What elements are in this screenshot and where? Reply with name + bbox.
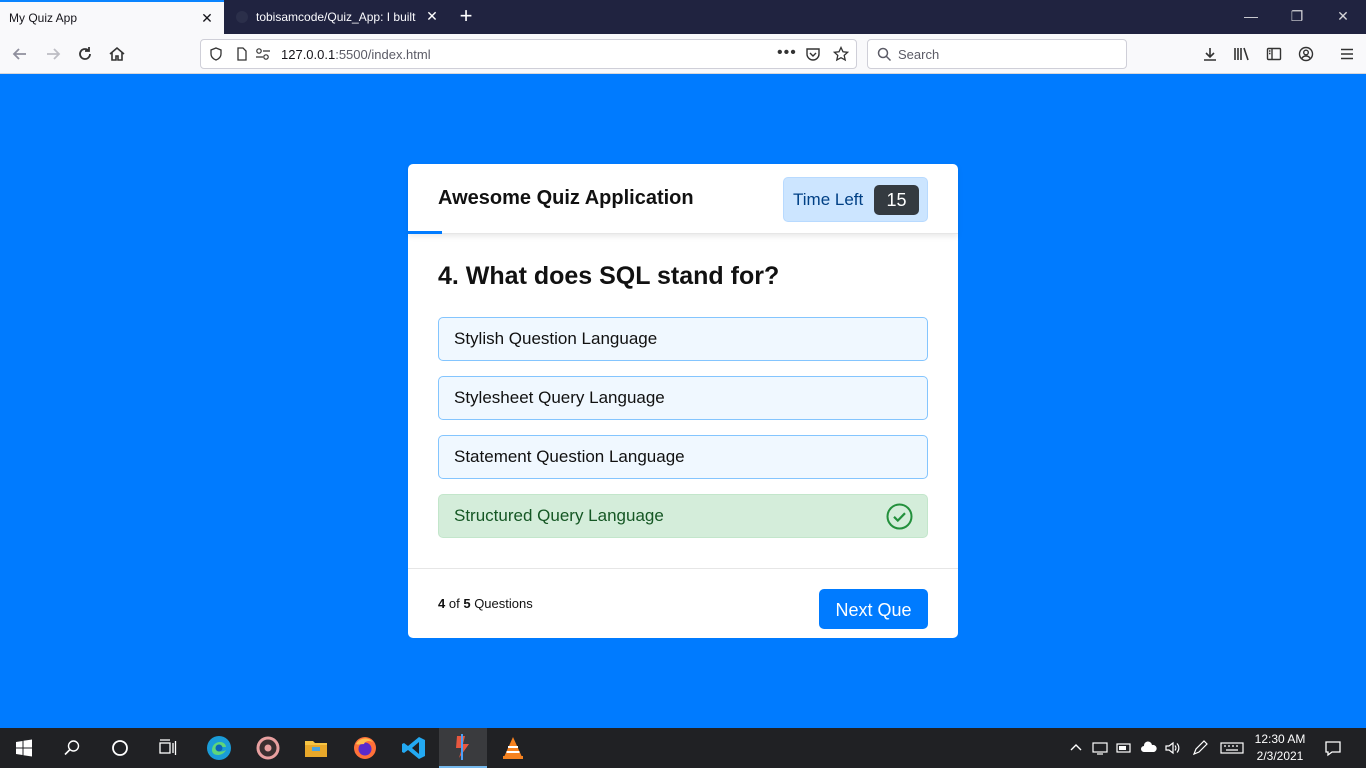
back-icon[interactable] bbox=[8, 42, 32, 66]
sidebar-icon[interactable] bbox=[1262, 42, 1286, 66]
page-icon[interactable] bbox=[235, 47, 249, 66]
current-question-number: 4 bbox=[438, 596, 446, 611]
pocket-icon[interactable] bbox=[805, 46, 821, 67]
search-icon[interactable] bbox=[48, 728, 96, 768]
quiz-footer: 4 of 5 Questions Next Que bbox=[408, 568, 958, 638]
clock-time: 12:30 AM bbox=[1254, 732, 1306, 746]
timer-seconds: 15 bbox=[874, 185, 919, 215]
keyboard-icon[interactable] bbox=[1220, 740, 1244, 761]
menu-icon[interactable] bbox=[1335, 42, 1359, 66]
check-circle-icon bbox=[886, 503, 913, 530]
counter-of: of bbox=[448, 596, 460, 611]
close-tab-icon[interactable]: ✕ bbox=[200, 11, 214, 25]
system-clock[interactable]: 12:30 AM 2/3/2021 bbox=[1248, 731, 1312, 765]
download-icon[interactable] bbox=[1198, 42, 1222, 66]
search-bar[interactable]: Search bbox=[867, 39, 1127, 69]
tab-title: My Quiz App bbox=[9, 11, 78, 25]
battery-icon[interactable] bbox=[1116, 740, 1132, 761]
permissions-icon[interactable] bbox=[255, 47, 271, 66]
option-label: Stylish Question Language bbox=[454, 329, 658, 348]
page-actions-icon[interactable]: ••• bbox=[777, 44, 797, 62]
search-icon bbox=[877, 47, 892, 67]
counter-label: Questions bbox=[474, 596, 533, 611]
search-input[interactable]: Search bbox=[898, 47, 939, 62]
windows-start-icon[interactable] bbox=[0, 728, 48, 768]
option-label: Statement Question Language bbox=[454, 447, 685, 466]
option-2[interactable]: Stylesheet Query Language bbox=[438, 376, 928, 420]
firefox-icon[interactable] bbox=[341, 728, 389, 768]
url-text[interactable]: 127.0.0.1:5500/index.html bbox=[281, 47, 431, 62]
timer-label: Time Left bbox=[793, 190, 864, 209]
restore-icon[interactable]: ❐ bbox=[1274, 6, 1320, 26]
quiz-title: Awesome Quiz Application bbox=[438, 187, 694, 209]
url-path: :5500/index.html bbox=[335, 47, 431, 62]
browser-navigation-bar: 127.0.0.1:5500/index.html ••• Search bbox=[0, 34, 1366, 74]
page-viewport: Awesome Quiz Application Time Left 15 4.… bbox=[0, 75, 1366, 728]
tab-github-repo[interactable]: tobisamcode/Quiz_App: I built ✕ bbox=[227, 0, 449, 34]
file-explorer-icon[interactable] bbox=[292, 728, 340, 768]
new-tab-icon[interactable]: + bbox=[455, 4, 477, 28]
clock-date: 2/3/2021 bbox=[1256, 749, 1304, 763]
github-icon bbox=[236, 11, 248, 23]
account-icon[interactable] bbox=[1294, 42, 1318, 66]
option-4-correct[interactable]: Structured Query Language bbox=[438, 494, 928, 538]
vlc-icon[interactable] bbox=[489, 728, 537, 768]
chevron-up-icon[interactable] bbox=[1068, 740, 1084, 761]
forward-icon[interactable] bbox=[41, 42, 65, 66]
browser-tab-strip: My Quiz App ✕ tobisamcode/Quiz_App: I bu… bbox=[0, 0, 1366, 34]
shield-icon[interactable] bbox=[209, 47, 223, 66]
volume-icon[interactable] bbox=[1164, 740, 1180, 761]
pen-icon[interactable] bbox=[1192, 740, 1208, 761]
url-host: 127.0.0.1 bbox=[281, 47, 336, 62]
vscode-icon[interactable] bbox=[390, 728, 438, 768]
total-questions-number: 5 bbox=[463, 596, 471, 611]
cortana-icon[interactable] bbox=[96, 728, 144, 768]
close-window-icon[interactable]: ✕ bbox=[1320, 6, 1366, 26]
minimize-icon[interactable]: — bbox=[1228, 6, 1274, 26]
tab-my-quiz-app[interactable]: My Quiz App ✕ bbox=[0, 0, 224, 34]
time-progress-line bbox=[408, 231, 442, 234]
active-app-icon[interactable] bbox=[439, 728, 487, 768]
home-icon[interactable] bbox=[105, 42, 129, 66]
option-label: Structured Query Language bbox=[454, 506, 664, 525]
groove-music-icon[interactable] bbox=[244, 728, 292, 768]
task-view-icon[interactable] bbox=[144, 728, 192, 768]
library-icon[interactable] bbox=[1230, 42, 1254, 66]
option-3[interactable]: Statement Question Language bbox=[438, 435, 928, 479]
option-label: Stylesheet Query Language bbox=[454, 388, 665, 407]
windows-taskbar: 12:30 AM 2/3/2021 bbox=[0, 728, 1366, 768]
question-text: 4. What does SQL stand for? bbox=[438, 262, 780, 290]
option-1[interactable]: Stylish Question Language bbox=[438, 317, 928, 361]
next-question-button[interactable]: Next Que bbox=[819, 589, 928, 629]
quiz-box: Awesome Quiz Application Time Left 15 4.… bbox=[408, 164, 958, 638]
url-bar[interactable]: 127.0.0.1:5500/index.html ••• bbox=[200, 39, 857, 69]
timer: Time Left 15 bbox=[783, 177, 928, 222]
edge-icon[interactable] bbox=[195, 728, 243, 768]
network-icon[interactable] bbox=[1092, 740, 1108, 761]
bookmark-star-icon[interactable] bbox=[832, 45, 850, 67]
onedrive-icon[interactable] bbox=[1140, 740, 1158, 761]
tab-title: tobisamcode/Quiz_App: I built bbox=[256, 10, 416, 24]
close-tab-icon[interactable]: ✕ bbox=[425, 9, 439, 23]
question-counter: 4 of 5 Questions bbox=[438, 596, 533, 611]
reload-icon[interactable] bbox=[73, 42, 97, 66]
quiz-header: Awesome Quiz Application Time Left 15 bbox=[408, 164, 958, 234]
notifications-icon[interactable] bbox=[1324, 739, 1342, 762]
